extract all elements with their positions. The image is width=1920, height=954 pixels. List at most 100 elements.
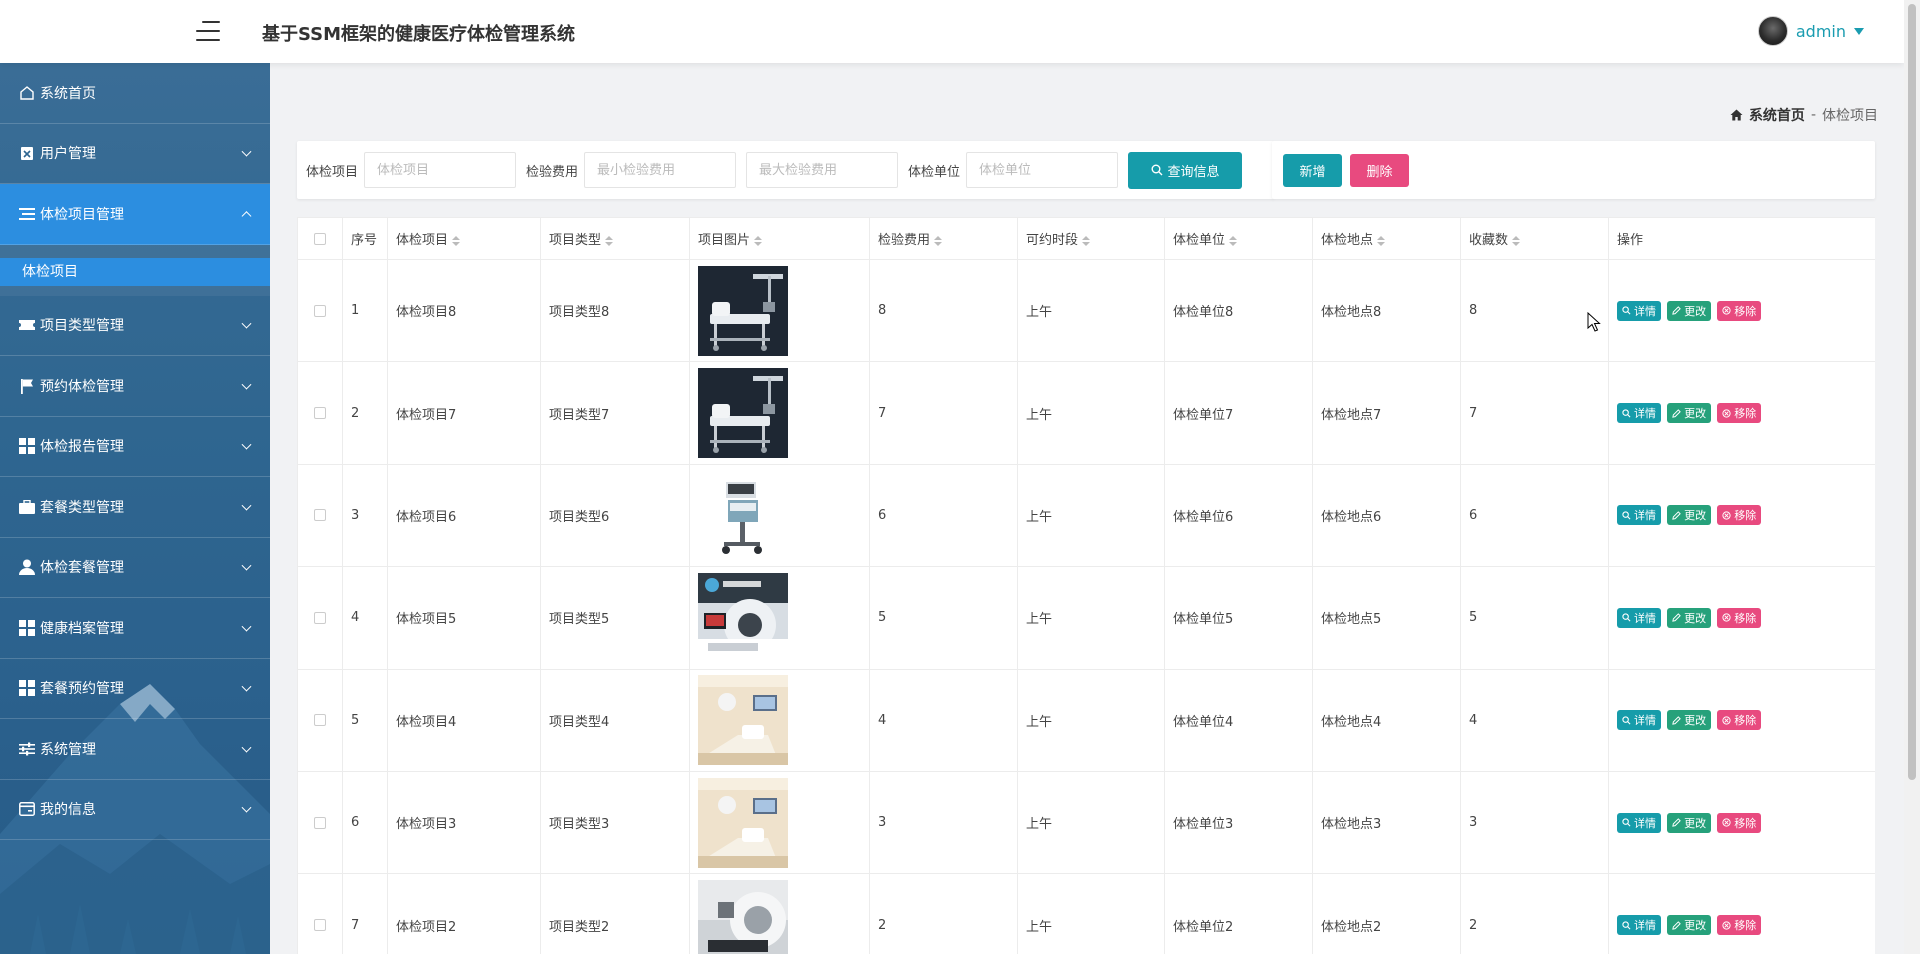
column-header-label: 体检单位 <box>1173 233 1226 248</box>
column-header: 操作 <box>1608 217 1875 260</box>
sidebar-item-my-info[interactable]: 我的信息 <box>0 780 270 840</box>
sidebar-item-home[interactable]: 系统首页 <box>0 63 270 124</box>
sort-icon[interactable] <box>934 235 943 246</box>
sidebar-item-packages[interactable]: 体检套餐管理 <box>0 538 270 598</box>
table-row[interactable]: 6 体检项目3 项目类型3 3 上午 体检单位3 体检地点3 3 详情 更改 移… <box>297 770 1875 875</box>
sidebar-item-package-types[interactable]: 套餐类型管理 <box>0 477 270 538</box>
sidebar-item-users[interactable]: 用户管理 <box>0 124 270 184</box>
sort-icon[interactable] <box>452 235 461 246</box>
sidebar-subitem-exam-item[interactable]: 体检项目 <box>0 257 270 286</box>
column-header-sortable[interactable]: 体检单位 <box>1164 217 1313 260</box>
row-checkbox[interactable] <box>314 407 326 420</box>
unit-search-input[interactable] <box>966 152 1119 188</box>
column-header-sortable[interactable]: 体检项目 <box>387 217 541 260</box>
remove-button[interactable]: 移除 <box>1717 607 1762 628</box>
table-row[interactable]: 2 体检项目7 项目类型7 7 上午 体检单位7 体检地点7 7 详情 更改 移… <box>297 361 1875 465</box>
sort-icon[interactable] <box>605 235 614 246</box>
search-button[interactable]: 查询信息 <box>1128 151 1243 189</box>
edit-button[interactable]: 更改 <box>1667 505 1712 526</box>
edit-button[interactable]: 更改 <box>1667 812 1712 833</box>
home-icon <box>18 84 36 102</box>
remove-button[interactable]: 移除 <box>1717 710 1762 731</box>
add-button[interactable]: 新增 <box>1283 153 1342 187</box>
delete-button[interactable]: 删除 <box>1350 153 1409 187</box>
column-header-sortable[interactable]: 项目类型 <box>540 217 690 260</box>
exam-item-search-input[interactable] <box>364 152 517 188</box>
breadcrumb-home[interactable]: 系统首页 <box>1749 105 1805 125</box>
edit-label: 更改 <box>1684 407 1707 421</box>
table-row[interactable]: 3 体检项目6 项目类型6 6 上午 体检单位6 体检地点6 6 详情 更改 移… <box>297 463 1875 568</box>
cell-actions: 详情 更改 移除 <box>1608 361 1875 465</box>
row-checkbox[interactable] <box>314 509 326 522</box>
edit-button[interactable]: 更改 <box>1667 710 1712 731</box>
select-all-checkbox[interactable] <box>314 232 326 245</box>
table-row[interactable]: 1 体检项目8 项目类型8 8 上午 体检单位8 体检地点8 8 详情 更改 移… <box>297 258 1875 363</box>
min-fee-input[interactable] <box>584 152 737 188</box>
table-row[interactable]: 4 体检项目5 项目类型5 5 上午 体检单位5 体检地点5 5 详情 更改 移… <box>297 566 1875 670</box>
menu-toggle-icon[interactable] <box>196 20 220 42</box>
row-checkbox[interactable] <box>314 611 326 624</box>
edit-button[interactable]: 更改 <box>1667 915 1712 936</box>
page-scrollbar[interactable] <box>1904 0 1920 954</box>
sort-icon[interactable] <box>1377 235 1386 246</box>
clipboard-icon <box>18 144 36 162</box>
max-fee-input[interactable] <box>746 152 899 188</box>
sidebar-item-label: 套餐预约管理 <box>40 681 124 698</box>
sort-icon[interactable] <box>1082 235 1091 246</box>
sort-icon[interactable] <box>1512 235 1521 246</box>
edit-label: 更改 <box>1684 816 1707 830</box>
sidebar-item-reports[interactable]: 体检报告管理 <box>0 417 270 477</box>
cell-actions: 详情 更改 移除 <box>1608 258 1875 363</box>
table-row[interactable]: 7 体检项目2 项目类型2 2 上午 体检单位2 体检地点2 2 详情 更改 移… <box>297 873 1875 954</box>
detail-button[interactable]: 详情 <box>1617 812 1661 833</box>
remove-label: 移除 <box>1734 509 1757 523</box>
remove-button[interactable]: 移除 <box>1717 915 1762 936</box>
remove-button[interactable]: 移除 <box>1717 505 1762 526</box>
sort-icon[interactable] <box>754 235 763 246</box>
user-menu[interactable]: admin <box>1757 16 1864 46</box>
row-checkbox[interactable] <box>314 919 326 932</box>
cell-place: 体检地点6 <box>1312 463 1461 568</box>
detail-button[interactable]: 详情 <box>1617 505 1661 526</box>
sidebar-item-label: 健康档案管理 <box>40 620 124 637</box>
column-header-sortable[interactable]: 可约时段 <box>1017 217 1165 260</box>
edit-button[interactable]: 更改 <box>1667 300 1712 321</box>
column-header-label: 收藏数 <box>1469 233 1509 248</box>
sidebar-item-system[interactable]: 系统管理 <box>0 719 270 780</box>
cell-actions: 详情 更改 移除 <box>1608 668 1875 772</box>
cell-place: 体检地点3 <box>1312 770 1461 875</box>
detail-button[interactable]: 详情 <box>1617 403 1661 424</box>
column-header-sortable[interactable]: 收藏数 <box>1460 217 1609 260</box>
row-checkbox[interactable] <box>314 714 326 727</box>
row-checkbox[interactable] <box>314 816 326 829</box>
edit-button[interactable]: 更改 <box>1667 403 1712 424</box>
column-header-sortable[interactable]: 项目图片 <box>689 217 870 260</box>
cell-type: 项目类型4 <box>540 668 690 772</box>
scrollbar-thumb[interactable] <box>1908 4 1916 780</box>
table-row[interactable]: 5 体检项目4 项目类型4 4 上午 体检单位4 体检地点4 4 详情 更改 移… <box>297 668 1875 772</box>
remove-button[interactable]: 移除 <box>1717 403 1762 424</box>
remove-button[interactable]: 移除 <box>1717 812 1762 833</box>
detail-label: 详情 <box>1634 509 1656 523</box>
edit-button[interactable]: 更改 <box>1667 607 1712 628</box>
sidebar-item-appointments[interactable]: 预约体检管理 <box>0 356 270 417</box>
sort-icon[interactable] <box>1229 235 1238 246</box>
chevron-down-icon <box>241 379 252 390</box>
column-header-sortable[interactable]: 体检地点 <box>1312 217 1461 260</box>
sidebar-item-item-types[interactable]: 项目类型管理 <box>0 296 270 356</box>
sidebar-item-package-bookings[interactable]: 套餐预约管理 <box>0 659 270 719</box>
grid-icon <box>18 437 36 455</box>
row-checkbox[interactable] <box>314 304 326 317</box>
cell-unit: 体检单位2 <box>1164 873 1313 954</box>
detail-button[interactable]: 详情 <box>1617 607 1661 628</box>
remove-button[interactable]: 移除 <box>1717 300 1762 321</box>
sidebar-item-exam-items[interactable]: 体检项目管理 <box>0 184 270 245</box>
breadcrumb-current: 体检项目 <box>1822 108 1878 124</box>
detail-button[interactable]: 详情 <box>1617 710 1661 731</box>
detail-button[interactable]: 详情 <box>1617 915 1661 936</box>
detail-button[interactable]: 详情 <box>1617 300 1661 321</box>
sidebar-item-label: 体检套餐管理 <box>40 560 124 577</box>
sidebar-item-health-records[interactable]: 健康档案管理 <box>0 598 270 659</box>
search-icon <box>1622 716 1631 725</box>
column-header-sortable[interactable]: 检验费用 <box>869 217 1018 260</box>
